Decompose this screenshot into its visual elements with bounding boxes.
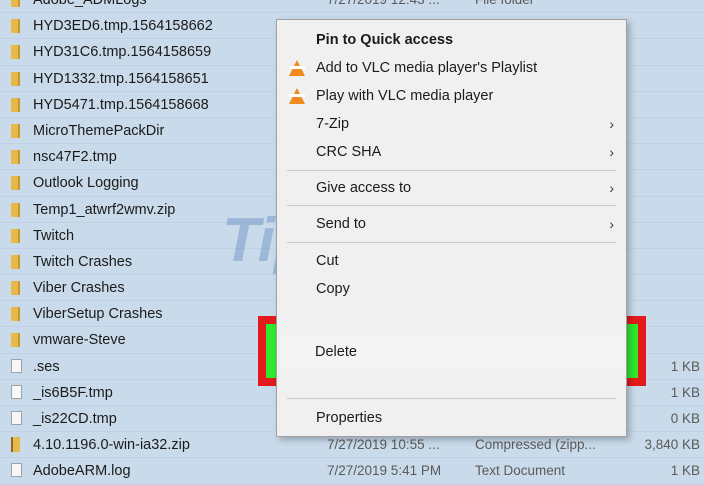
menu-item-cut[interactable]: Cut xyxy=(277,248,626,274)
file-size: 1 KB xyxy=(670,463,700,479)
vlc-icon xyxy=(289,88,305,104)
file-type: File folder xyxy=(475,0,534,13)
file-name: HYD5471.tmp.1564158668 xyxy=(33,96,209,113)
file-icon xyxy=(11,411,22,425)
folder-icon xyxy=(11,19,20,34)
menu-item-label: Cut xyxy=(316,253,339,269)
file-date: 7/27/2019 12:43 ... xyxy=(327,0,440,13)
file-name: _is22CD.tmp xyxy=(33,411,117,427)
menu-separator xyxy=(287,398,616,399)
file-row[interactable]: AdobeARM.log 7/27/2019 5:41 PM Text Docume… xyxy=(0,458,704,485)
file-icon xyxy=(11,384,22,399)
file-name: Adobe_ADMLogs xyxy=(33,0,147,8)
menu-item-7zip[interactable]: 7-Zip › xyxy=(277,111,626,137)
folder-icon xyxy=(11,281,20,296)
chevron-right-icon: › xyxy=(609,116,614,132)
file-name: HYD31C6.tmp.1564158659 xyxy=(33,44,212,61)
folder-icon xyxy=(11,176,20,191)
menu-item-label: Properties xyxy=(316,410,383,426)
file-type: Text Document xyxy=(475,463,566,479)
menu-item-label: Give access to xyxy=(316,180,412,196)
file-name: .ses xyxy=(33,358,60,375)
file-name: vmware-Steve xyxy=(33,332,126,349)
menu-item-label: Delete xyxy=(315,344,357,360)
menu-separator xyxy=(287,205,616,206)
file-name: HYD3ED6.tmp.1564158662 xyxy=(33,18,213,35)
folder-icon xyxy=(11,254,20,269)
menu-item-copy[interactable]: Copy xyxy=(277,276,626,302)
menu-item-vlc-play[interactable]: Play with VLC media player xyxy=(277,83,626,109)
menu-separator xyxy=(287,170,616,171)
chevron-right-icon: › xyxy=(609,144,614,160)
file-name: Twitch Crashes xyxy=(33,253,133,270)
file-name: Twitch xyxy=(33,227,75,244)
folder-icon xyxy=(11,45,20,60)
file-name: MicroThemePackDir xyxy=(33,122,165,139)
file-name: ViberSetup Crashes xyxy=(33,306,163,323)
file-name: nsc47F2.tmp xyxy=(33,149,117,166)
menu-item-send-to[interactable]: Send to › xyxy=(277,211,626,237)
file-date: 7/27/2019 5:41 PM xyxy=(327,463,442,479)
file-name: Temp1_atwrf2wmv.zip xyxy=(33,201,176,218)
menu-separator xyxy=(287,242,616,243)
folder-icon xyxy=(11,228,20,243)
file-size: 0 KB xyxy=(670,411,700,426)
menu-item-label: Copy xyxy=(316,281,350,297)
menu-item-label: Add to VLC media player's Playlist xyxy=(316,60,538,76)
menu-item-properties[interactable]: Properties xyxy=(277,405,626,431)
folder-icon xyxy=(11,333,20,348)
folder-icon xyxy=(11,123,20,138)
file-size: 1 KB xyxy=(670,384,700,400)
menu-item-pin-to-quick-access[interactable]: Pin to Quick access xyxy=(277,27,626,53)
menu-item-label: Play with VLC media player xyxy=(316,88,494,104)
context-menu: Pin to Quick access Add to VLC media pla… xyxy=(276,19,627,437)
vlc-icon xyxy=(289,60,305,76)
file-name: Outlook Logging xyxy=(33,175,139,192)
menu-item-delete[interactable]: Delete xyxy=(280,337,624,367)
menu-item-label: CRC SHA xyxy=(316,144,382,160)
file-name: AdobeARM.log xyxy=(33,463,131,480)
folder-icon xyxy=(11,307,20,322)
menu-item-label: Send to xyxy=(316,216,366,232)
zip-icon xyxy=(11,437,20,453)
folder-icon xyxy=(11,0,20,7)
file-name: 4.10.1196.0-win-ia32.zip xyxy=(33,437,190,454)
folder-icon xyxy=(11,97,20,112)
chevron-right-icon: › xyxy=(609,180,614,196)
file-icon xyxy=(11,358,22,373)
folder-icon xyxy=(11,202,20,217)
menu-item-label: 7-Zip xyxy=(316,116,350,132)
menu-item-crc-sha[interactable]: CRC SHA › xyxy=(277,139,626,165)
file-name: HYD1332.tmp.1564158651 xyxy=(33,70,209,87)
file-icon xyxy=(11,463,22,478)
file-name: Viber Crashes xyxy=(33,280,125,297)
folder-icon xyxy=(11,150,20,165)
file-size: 3,840 KB xyxy=(644,437,700,453)
chevron-right-icon: › xyxy=(609,216,614,232)
menu-item-vlc-playlist[interactable]: Add to VLC media player's Playlist xyxy=(277,55,626,81)
menu-item-label: Pin to Quick access xyxy=(316,32,454,48)
file-size: 1 KB xyxy=(670,358,700,374)
file-name: _is6B5F.tmp xyxy=(33,384,113,401)
folder-icon xyxy=(11,71,20,86)
file-row[interactable]: Adobe_ADMLogs 7/27/2019 12:43 ... File fol… xyxy=(0,0,704,14)
menu-item-give-access[interactable]: Give access to › xyxy=(277,175,626,201)
